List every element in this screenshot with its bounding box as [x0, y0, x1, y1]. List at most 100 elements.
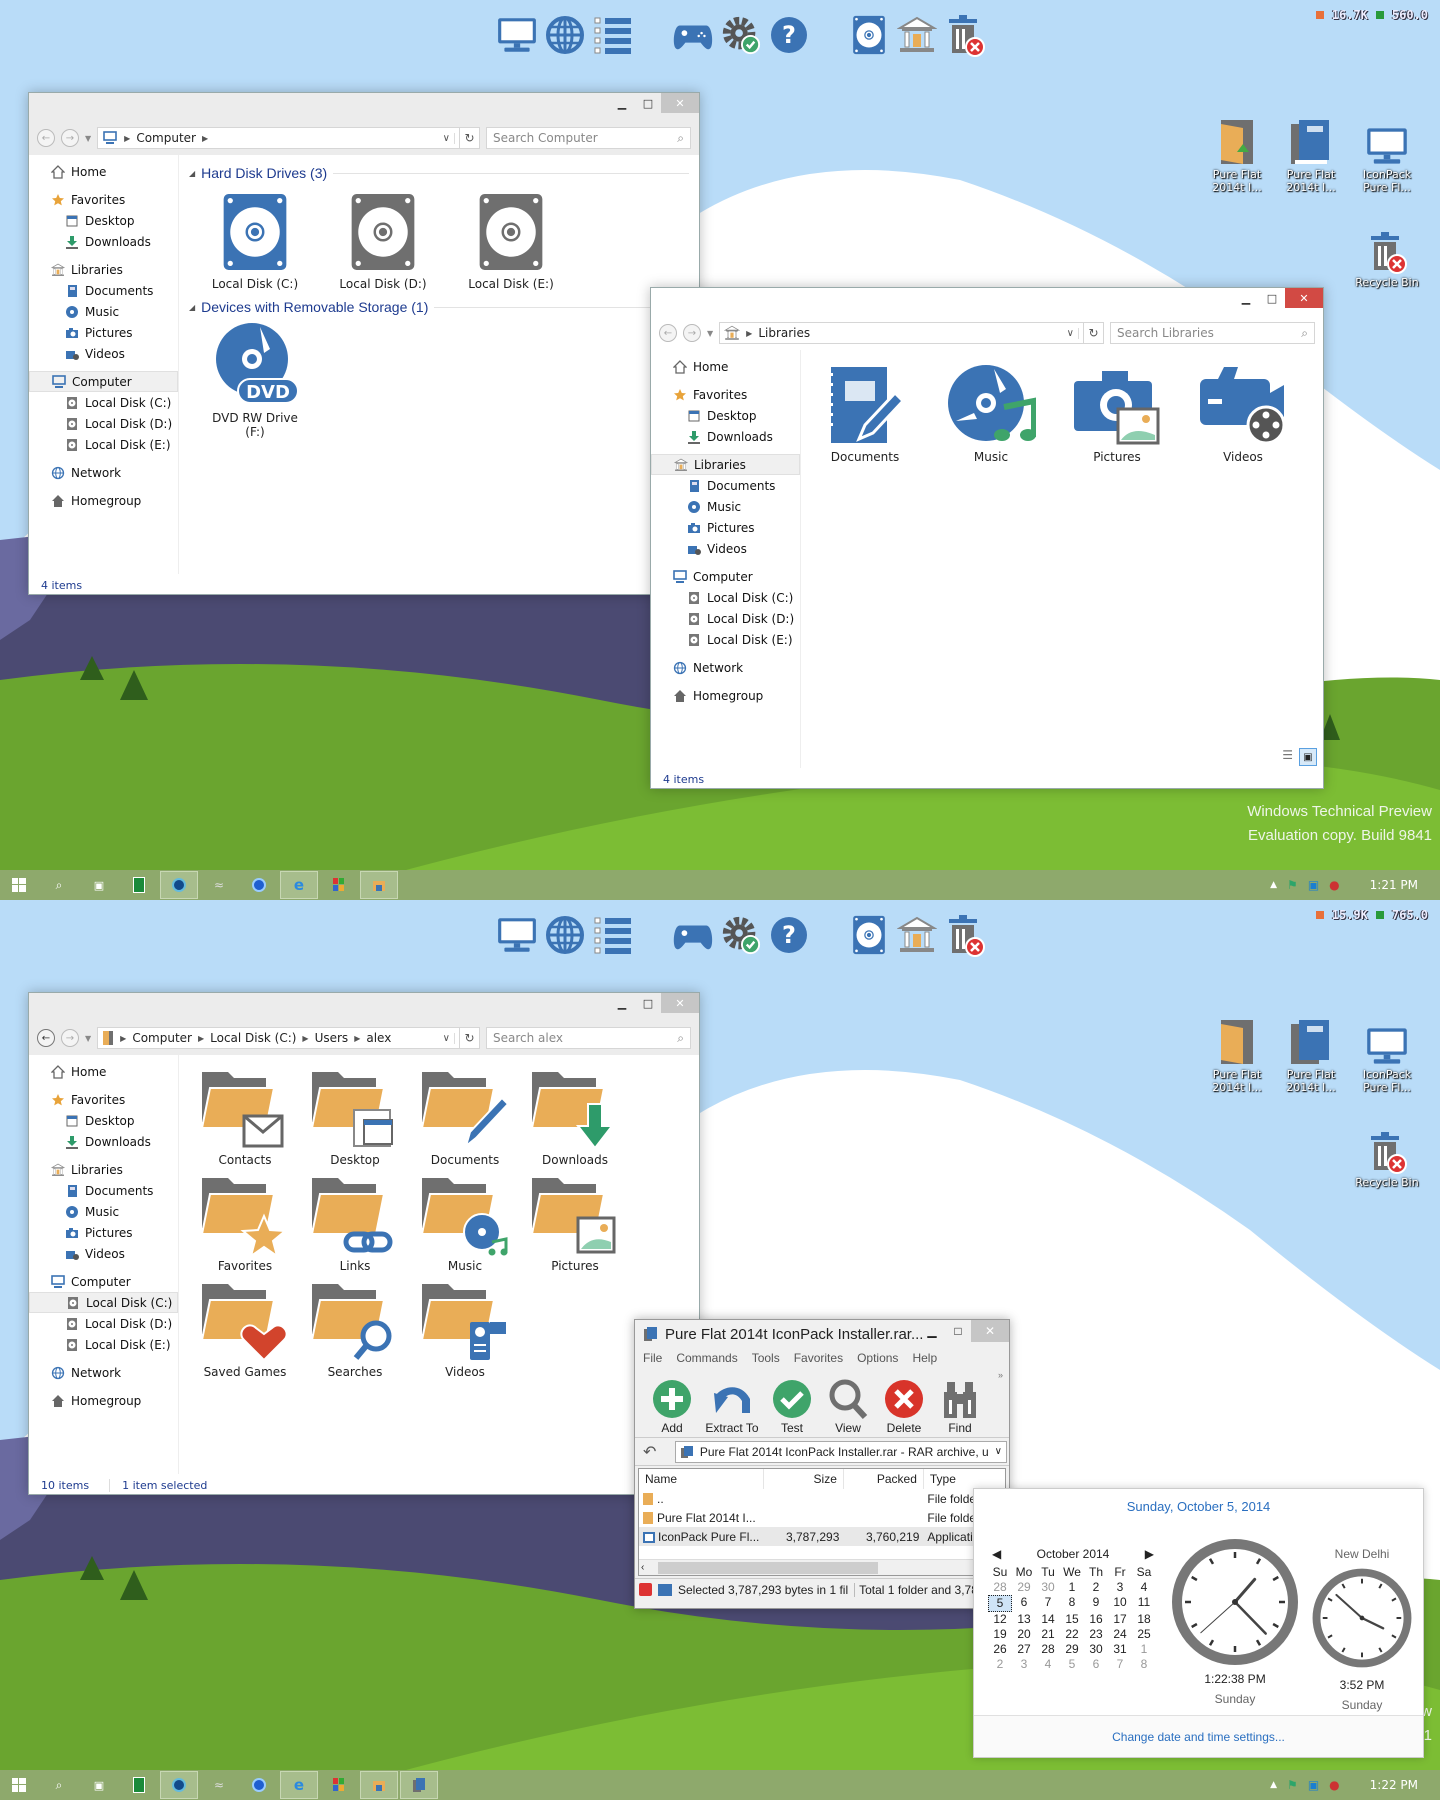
taskbar-app-control-panel[interactable]	[320, 871, 358, 899]
table-row[interactable]: IconPack Pure Fl... 3,787,293 3,760,219 …	[639, 1527, 1005, 1546]
nav-desktop[interactable]: Desktop	[29, 1110, 178, 1131]
nav-homegroup[interactable]: Homegroup	[29, 490, 178, 511]
minimize-button[interactable]: ▁	[1233, 288, 1259, 308]
close-button[interactable]: ✕	[661, 993, 699, 1013]
calendar-day[interactable]: 18	[1132, 1612, 1156, 1627]
calendar-day[interactable]: 12	[988, 1612, 1012, 1627]
taskbar-app-ie[interactable]: e	[280, 1771, 318, 1799]
folder-tile[interactable]: Documents	[415, 1063, 515, 1167]
title-bar[interactable]: ▁ □ ✕	[29, 993, 699, 1021]
calendar-day[interactable]: 25	[1132, 1627, 1156, 1642]
nav-videos[interactable]: Videos	[651, 538, 800, 559]
calendar-day[interactable]: 15	[1060, 1612, 1084, 1627]
volume-tray-icon[interactable]: ●	[1329, 878, 1339, 892]
gamepad-icon[interactable]	[672, 912, 714, 958]
long-date-link[interactable]: Sunday, October 5, 2014	[974, 1499, 1423, 1514]
nav-homegroup[interactable]: Homegroup	[651, 685, 800, 706]
desktop-icon[interactable]: Pure Flat 2014t I...	[1202, 114, 1272, 194]
menu-file[interactable]: File	[643, 1351, 662, 1365]
calendar-day[interactable]: 26	[988, 1642, 1012, 1657]
calendar-day[interactable]: 6	[1084, 1657, 1108, 1672]
minimize-button[interactable]: ▁	[609, 93, 635, 113]
minimize-button[interactable]: ▁	[919, 1320, 945, 1342]
calendar-day[interactable]: 9	[1084, 1595, 1108, 1612]
folder-tile[interactable]: Favorites	[195, 1169, 295, 1273]
network-globe-icon[interactable]	[544, 912, 586, 958]
menu-favorites[interactable]: Favorites	[794, 1351, 843, 1365]
network-tray-icon[interactable]: ▣	[1308, 1778, 1319, 1792]
folder-tile[interactable]: Links	[305, 1169, 405, 1273]
start-button[interactable]	[0, 1771, 38, 1799]
nav-documents[interactable]: Documents	[651, 475, 800, 496]
calendar-day[interactable]: 3	[1108, 1580, 1132, 1595]
flag-icon[interactable]: ⚑	[1287, 1778, 1298, 1792]
nav-documents[interactable]: Documents	[29, 280, 178, 301]
folder-tile[interactable]: Downloads	[525, 1063, 625, 1167]
calendar-day[interactable]: 1	[1060, 1580, 1084, 1595]
calendar-day[interactable]: 8	[1060, 1595, 1084, 1612]
title-bar[interactable]: Pure Flat 2014t IconPack Installer.rar..…	[635, 1320, 1009, 1348]
month-label[interactable]: October 2014	[1037, 1547, 1110, 1561]
drive-tile-dvd[interactable]: DVD DVD RW Drive (F:)	[205, 321, 305, 439]
nav-downloads[interactable]: Downloads	[29, 1131, 178, 1152]
folder-tile[interactable]: Searches	[305, 1275, 405, 1379]
calendar-day[interactable]: 4	[1132, 1580, 1156, 1595]
calendar-day[interactable]: 27	[1012, 1642, 1036, 1657]
close-button[interactable]: ✕	[661, 93, 699, 113]
search-button[interactable]: ⌕	[40, 1771, 78, 1799]
taskbar-app-monitor[interactable]: ≈	[200, 1771, 238, 1799]
back-button[interactable]: ←	[37, 129, 55, 147]
nav-libraries[interactable]: Libraries	[651, 454, 800, 475]
nav-libraries[interactable]: Libraries	[29, 259, 178, 280]
nav-computer[interactable]: Computer	[29, 1271, 178, 1292]
nav-videos[interactable]: Videos	[29, 1243, 178, 1264]
taskbar-app-store[interactable]	[120, 871, 158, 899]
maximize-button[interactable]: □	[635, 993, 661, 1013]
path-box[interactable]: ▶ Computer ▶ ∨	[97, 127, 460, 149]
start-button[interactable]	[0, 871, 38, 899]
calendar-day[interactable]: 29	[1060, 1642, 1084, 1657]
horizontal-scrollbar[interactable]: ‹	[639, 1559, 1005, 1575]
nav-disk-e[interactable]: Local Disk (E:)	[29, 1334, 178, 1355]
close-button[interactable]: ✕	[971, 1320, 1009, 1342]
search-input[interactable]: Search alex ⌕	[486, 1027, 691, 1049]
volume-tray-icon[interactable]: ●	[1329, 1778, 1339, 1792]
column-header-name[interactable]: Name	[639, 1469, 764, 1489]
calendar-day[interactable]: 8	[1132, 1657, 1156, 1672]
desktop-icon[interactable]: Pure Flat 2014t I...	[1202, 1014, 1272, 1094]
search-button[interactable]: ⌕	[40, 871, 78, 899]
nav-home[interactable]: Home	[29, 161, 178, 182]
gamepad-icon[interactable]	[672, 12, 714, 58]
taskbar-app-explorer[interactable]	[360, 1771, 398, 1799]
hierarchy-list-icon[interactable]	[592, 12, 634, 58]
settings-check-icon[interactable]	[720, 12, 762, 58]
calendar-day[interactable]: 17	[1108, 1612, 1132, 1627]
taskbar-app-monitor[interactable]: ≈	[200, 871, 238, 899]
path-dropdown[interactable]: ∨	[443, 1032, 455, 1044]
breadcrumb-local-disk-c[interactable]: Local Disk (C:)	[210, 1031, 296, 1045]
column-header-type[interactable]: Type	[923, 1469, 1005, 1489]
nav-favorites[interactable]: Favorites	[29, 189, 178, 210]
network-tray-icon[interactable]: ▣	[1308, 878, 1319, 892]
nav-disk-c[interactable]: Local Disk (C:)	[29, 1292, 178, 1313]
nav-network[interactable]: Network	[29, 1362, 178, 1383]
breadcrumb-alex[interactable]: alex	[366, 1031, 391, 1045]
recycle-bin-full-icon[interactable]	[944, 12, 986, 58]
nav-desktop[interactable]: Desktop	[29, 210, 178, 231]
title-bar[interactable]: ▁ □ ✕	[29, 93, 699, 121]
back-button[interactable]: ←	[37, 1029, 55, 1047]
nav-computer[interactable]: Computer	[651, 566, 800, 587]
hierarchy-list-icon[interactable]	[592, 912, 634, 958]
recent-locations-dropdown[interactable]: ▼	[85, 134, 91, 143]
toolbar-overflow-button[interactable]: »	[998, 1370, 1003, 1380]
desktop-icon[interactable]: IconPack Pure Fl...	[1352, 114, 1422, 194]
folder-tile[interactable]: Contacts	[195, 1063, 295, 1167]
recycle-bin-full-icon[interactable]	[944, 912, 986, 958]
path-dropdown[interactable]: ∨	[443, 132, 455, 144]
table-row[interactable]: .. File folde	[639, 1489, 1005, 1508]
library-icon[interactable]	[896, 12, 938, 58]
calendar-day[interactable]: 14	[1036, 1612, 1060, 1627]
taskbar-app-player[interactable]	[240, 871, 278, 899]
change-date-time-settings-link[interactable]: Change date and time settings...	[974, 1715, 1423, 1757]
search-input[interactable]: Search Computer ⌕	[486, 127, 691, 149]
